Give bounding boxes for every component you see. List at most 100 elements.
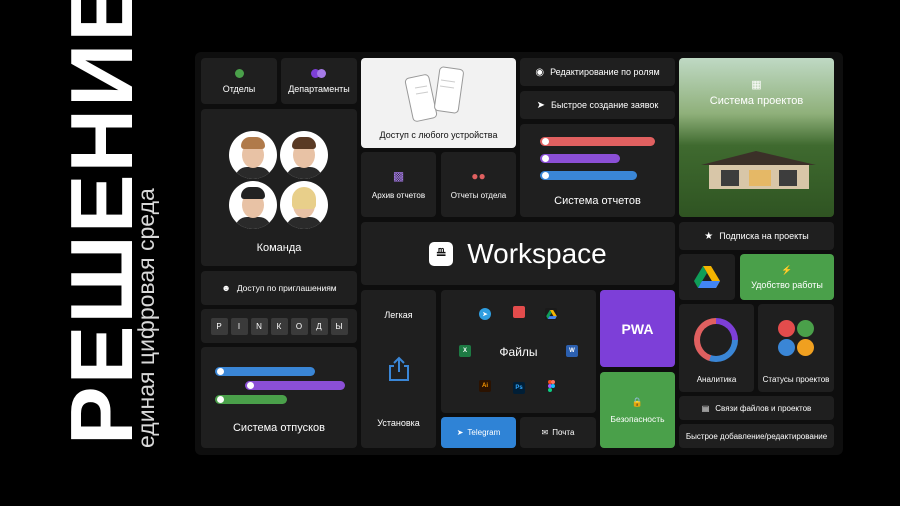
role-edit-card[interactable]: ◉ Редактирование по ролям bbox=[520, 58, 675, 86]
departments-label: Департаменты bbox=[288, 83, 350, 94]
telegram-icon: ➤ bbox=[456, 428, 464, 437]
pincode-key: Д bbox=[310, 317, 328, 335]
role-edit-label: Редактирование по ролям bbox=[550, 67, 660, 77]
avatar bbox=[280, 131, 328, 179]
telegram-icon: ➤ bbox=[479, 308, 491, 320]
quick-edit-label: Быстрое добавление/редактирование bbox=[685, 431, 828, 441]
team-card[interactable]: Команда bbox=[201, 109, 357, 266]
figma-icon bbox=[545, 380, 557, 392]
word-icon: W bbox=[566, 345, 578, 357]
google-drive-icon bbox=[545, 308, 557, 320]
pincodes-card[interactable]: P I N К О Д Ы bbox=[201, 309, 357, 343]
excel-icon: X bbox=[459, 345, 471, 357]
photoshop-icon: Ps bbox=[513, 382, 525, 394]
phones-icon bbox=[404, 66, 464, 122]
lock-icon: 🔒 bbox=[631, 396, 644, 407]
side-subtitle: единая цифровая среда bbox=[133, 188, 159, 448]
invite-access-label: Доступ по приглашениям bbox=[236, 283, 337, 293]
pincode-key: К bbox=[270, 317, 288, 335]
devices-card[interactable]: Доступ с любого устройства bbox=[361, 58, 516, 148]
install-card[interactable]: Легкая Установка bbox=[361, 290, 436, 448]
dashboard-panel: Отделы Департаменты Доступ с любого устр… bbox=[195, 52, 843, 455]
mail-label: Почта bbox=[552, 428, 575, 437]
report-bar-blue bbox=[540, 171, 637, 180]
vacation-bar-blue bbox=[215, 367, 315, 376]
workspace-title: Workspace bbox=[467, 237, 607, 269]
easy-label: Легкая bbox=[384, 310, 413, 320]
vacation-bar-purple bbox=[245, 381, 345, 390]
dept-reports-label: Отчеты отдела bbox=[450, 191, 507, 200]
avatar bbox=[229, 131, 277, 179]
star-icon: ★ bbox=[704, 230, 714, 242]
pincode-key: О bbox=[290, 317, 308, 335]
vacations-label: Система отпусков bbox=[232, 422, 325, 434]
convenience-card[interactable]: ⚡ Удобство работы bbox=[740, 254, 834, 300]
workspace-card[interactable]: ≞ Workspace bbox=[361, 222, 675, 285]
install-label: Установка bbox=[377, 418, 420, 428]
subscription-card[interactable]: ★ Подписка на проекты bbox=[679, 222, 834, 250]
file-icon: ▤ bbox=[701, 403, 710, 413]
pwa-label: PWA bbox=[621, 320, 654, 337]
security-card[interactable]: 🔒 Безопасность bbox=[600, 372, 675, 448]
archive-icon: ▩ bbox=[392, 169, 405, 183]
pdf-icon bbox=[513, 306, 525, 318]
file-links-label: Связи файлов и проектов bbox=[715, 403, 812, 413]
house-image bbox=[701, 151, 816, 189]
green-dot-icon bbox=[234, 68, 244, 78]
convenience-label: Удобство работы bbox=[751, 279, 823, 290]
reports-system-label: Система отчетов bbox=[554, 195, 641, 207]
drive-card[interactable] bbox=[679, 254, 735, 300]
send-icon: ➤ bbox=[536, 99, 546, 111]
reports-system-card[interactable]: Система отчетов bbox=[520, 124, 675, 217]
reports-archive-label: Архив отчетов bbox=[371, 191, 426, 200]
status-dots-icon bbox=[778, 320, 814, 356]
pwa-card[interactable]: PWA bbox=[600, 290, 675, 367]
telegram-label: Telegram bbox=[467, 428, 501, 437]
report-bar-red bbox=[540, 137, 655, 146]
quick-edit-card[interactable]: Быстрое добавление/редактирование bbox=[679, 424, 834, 448]
reports-archive-card[interactable]: ▩ Архив отчетов bbox=[361, 152, 436, 217]
project-statuses-label: Статусы проектов bbox=[762, 375, 830, 384]
vacations-card[interactable]: Система отпусков bbox=[201, 347, 357, 448]
security-label: Безопасность bbox=[610, 413, 665, 424]
pincode-key: N bbox=[250, 317, 268, 335]
google-drive-icon bbox=[694, 266, 720, 288]
departments-card[interactable]: Департаменты bbox=[281, 58, 357, 104]
quick-requests-label: Быстрое создание заявок bbox=[551, 100, 659, 110]
projects-system-label: Система проектов bbox=[709, 95, 804, 107]
avatar bbox=[229, 181, 277, 229]
team-label: Команда bbox=[256, 242, 302, 254]
analytics-card[interactable]: Аналитика bbox=[679, 304, 754, 392]
project-statuses-card[interactable]: Статусы проектов bbox=[758, 304, 834, 392]
files-card[interactable]: Файлы ➤ X W Ai Ps bbox=[441, 290, 596, 413]
file-links-card[interactable]: ▤ Связи файлов и проектов bbox=[679, 396, 834, 420]
telegram-button[interactable]: ➤ Telegram bbox=[441, 417, 516, 448]
departments-short-label: Отделы bbox=[222, 83, 256, 94]
overlap-dots-icon bbox=[311, 68, 327, 78]
mail-button[interactable]: ✉ Почта bbox=[520, 417, 596, 448]
users-icon: ●● bbox=[471, 169, 486, 183]
workspace-logo-icon: ≞ bbox=[429, 241, 454, 266]
pincode-key: P bbox=[210, 317, 228, 335]
grid-icon: ▦ bbox=[751, 79, 762, 91]
quick-requests-card[interactable]: ➤ Быстрое создание заявок bbox=[520, 91, 675, 119]
pincode-key: Ы bbox=[330, 317, 348, 335]
subscription-label: Подписка на проекты bbox=[719, 231, 809, 241]
vacation-bar-green bbox=[215, 395, 287, 404]
files-label: Файлы bbox=[499, 344, 538, 359]
report-bar-purple bbox=[540, 154, 620, 163]
projects-system-card[interactable]: ▦ Система проектов bbox=[679, 58, 834, 217]
lightning-icon: ⚡ bbox=[781, 264, 793, 275]
illustrator-icon: Ai bbox=[479, 380, 491, 392]
mail-icon: ✉ bbox=[541, 428, 549, 437]
user-lock-icon: ◉ bbox=[535, 66, 545, 78]
dept-reports-card[interactable]: ●● Отчеты отдела bbox=[441, 152, 516, 217]
share-icon bbox=[388, 356, 409, 381]
invite-access-card[interactable]: ☻ Доступ по приглашениям bbox=[201, 271, 357, 305]
departments-short-card[interactable]: Отделы bbox=[201, 58, 277, 104]
donut-chart-icon bbox=[694, 318, 738, 362]
analytics-label: Аналитика bbox=[696, 375, 737, 384]
pincode-key: I bbox=[230, 317, 248, 335]
avatar bbox=[280, 181, 328, 229]
devices-label: Доступ с любого устройства bbox=[379, 130, 498, 140]
